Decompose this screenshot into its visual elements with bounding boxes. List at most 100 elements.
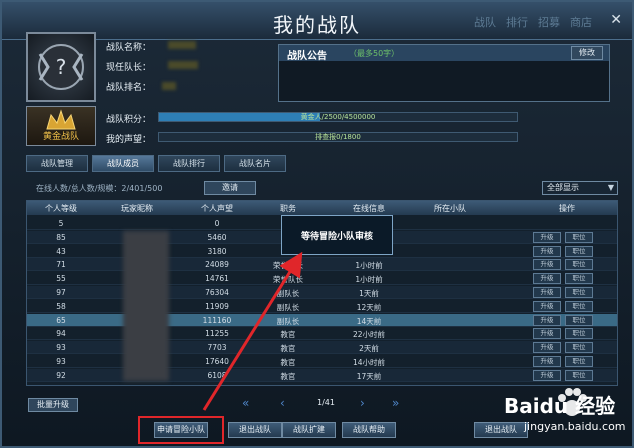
cell-rep: 24089 [205,260,229,270]
table-row[interactable]: 97 76304 副队长 1天前 升级 职位 [27,286,617,299]
first-page-icon[interactable]: « [242,396,249,410]
cell-rep: 11255 [205,329,229,339]
column-header[interactable]: 个人声望 [187,203,247,214]
position-button[interactable]: 职位 [565,231,593,243]
position-button[interactable]: 职位 [565,369,593,381]
cell-rep: 76304 [205,288,229,297]
column-header[interactable]: 在线信息 [339,203,399,214]
position-button[interactable]: 职位 [565,342,593,354]
upgrade-button[interactable]: 升级 [533,287,561,298]
column-header[interactable]: 操作 [527,203,607,214]
upgrade-button[interactable]: 升级 [533,300,561,312]
position-button[interactable]: 职位 [565,314,593,326]
table-row[interactable]: 92 6108 教官 17天前 升级 职位 [27,368,617,382]
cell-online: 1小时前 [355,261,383,271]
team-points-bar: 黄金人/2500/4500000 [158,112,518,122]
cell-role: 教官 [280,358,296,367]
position-button[interactable]: 职位 [565,300,593,312]
watermark-url: jingyan.baidu.com [524,420,626,433]
online-count: 在线人数/总人数/规模：2/401/500 [36,184,163,193]
table-row[interactable]: 71 24089 荣誉队长 1小时前 升级 职位 [27,258,617,272]
next-page-icon[interactable]: › [360,396,365,410]
team-points-label: 战队积分： [106,115,152,125]
cell-online: 22小时前 [352,330,386,340]
player-names-obscured [123,231,169,381]
upgrade-button[interactable]: 升级 [533,369,561,381]
rank-badge: 黄金战队 [26,106,96,146]
cell-rep: 111160 [202,315,232,325]
team-name-value [168,41,196,49]
baidu-watermark: Baidu 经验 jingyan.baidu.com [494,386,630,444]
cell-level: 94 [56,329,66,339]
position-button[interactable]: 职位 [565,245,593,257]
team-help-button[interactable]: 战队帮助 [342,422,396,438]
cell-level: 93 [56,357,66,366]
table-row[interactable]: 58 11909 副队长 12天前 升级 职位 [27,300,617,313]
tab-team-card[interactable]: 战队名片 [224,155,286,172]
upgrade-button[interactable]: 升级 [533,314,561,326]
upgrade-button[interactable]: 升级 [533,328,561,340]
filter-value: 全部显示 [547,183,579,192]
table-row[interactable]: 55 14761 荣誉队长 1小时前 升级 职位 [27,272,617,286]
column-header[interactable]: 玩家昵称 [97,203,177,214]
cell-rep: 14761 [205,274,229,284]
upgrade-button[interactable]: 升级 [533,356,561,367]
status-popup: 等待冒险小队审核 [281,215,393,255]
tab-team-ranking[interactable]: 战队排行 [158,155,220,172]
page-number: 1/41 [317,398,335,407]
edit-notice-button[interactable]: 修改 [571,46,603,60]
cell-role: 副队长 [276,289,300,298]
cell-rep: 11909 [205,301,229,311]
cell-role: 荣誉队长 [273,261,303,271]
table-row[interactable]: 93 7703 教官 2天前 升级 职位 [27,341,617,355]
table-row[interactable]: 94 11255 教官 22小时前 升级 职位 [27,327,617,341]
last-page-icon[interactable]: » [392,396,399,410]
position-button[interactable]: 职位 [565,259,593,271]
member-filter-select[interactable]: 全部显示 ▼ [542,181,618,195]
cell-level: 97 [56,288,66,297]
notice-title: 战队公告 [287,51,327,62]
column-header[interactable]: 个人等级 [31,203,91,214]
upgrade-button[interactable]: 升级 [533,231,561,243]
upgrade-button[interactable]: 升级 [533,245,561,257]
ghost-tab: 商店 [570,16,592,29]
cell-role: 教官 [280,371,296,381]
upgrade-button[interactable]: 升级 [533,342,561,354]
cell-role: 教官 [280,330,296,340]
column-header[interactable]: 职务 [263,203,313,214]
pagination: « ‹ 1/41 › » [242,396,412,412]
position-button[interactable]: 职位 [565,273,593,285]
cell-rep: 3180 [207,246,227,256]
table-row[interactable]: 93 17640 教官 14小时前 升级 职位 [27,355,617,368]
cell-level: 58 [56,301,66,311]
position-button[interactable]: 职位 [565,328,593,340]
cell-rep: 7703 [207,343,227,353]
upgrade-button[interactable]: 升级 [533,259,561,271]
cell-role: 教官 [280,344,296,354]
cell-rep: 17640 [205,357,229,366]
team-name-label: 战队名称： [106,43,152,53]
cell-role: 副队长 [276,316,300,326]
prev-page-icon[interactable]: ‹ [280,396,285,410]
cell-online: 2天前 [359,344,379,354]
position-button[interactable]: 职位 [565,287,593,298]
tab-team-members[interactable]: 战队成员 [92,155,154,172]
tab-team-management[interactable]: 战队管理 [26,155,88,172]
watermark-brand: Baidu 经验 [504,394,616,418]
position-button[interactable]: 职位 [565,356,593,367]
table-header: 个人等级 玩家昵称 个人声望 职务 在线信息 所在小队 操作 [27,201,617,215]
highlight-box [138,416,224,444]
notice-header: 战队公告 （最多50字） 修改 [279,45,609,62]
title-bar: 我的战队 战队 排行 招募 商店 ✕ [2,2,632,40]
quit-team-button[interactable]: 退出战队 [228,422,282,438]
cell-online: 14小时前 [352,358,386,367]
team-emblem[interactable]: ? [26,32,96,102]
batch-upgrade-button[interactable]: 批量升级 [28,398,78,412]
cell-role: 副队长 [276,302,300,312]
team-expand-button[interactable]: 战队扩建 [282,422,336,438]
close-icon[interactable]: ✕ [610,12,622,28]
invite-button[interactable]: 邀请 [204,181,256,195]
upgrade-button[interactable]: 升级 [533,273,561,285]
table-row[interactable]: 65 111160 副队长 14天前 升级 职位 [27,313,617,327]
column-header[interactable]: 所在小队 [415,203,485,214]
